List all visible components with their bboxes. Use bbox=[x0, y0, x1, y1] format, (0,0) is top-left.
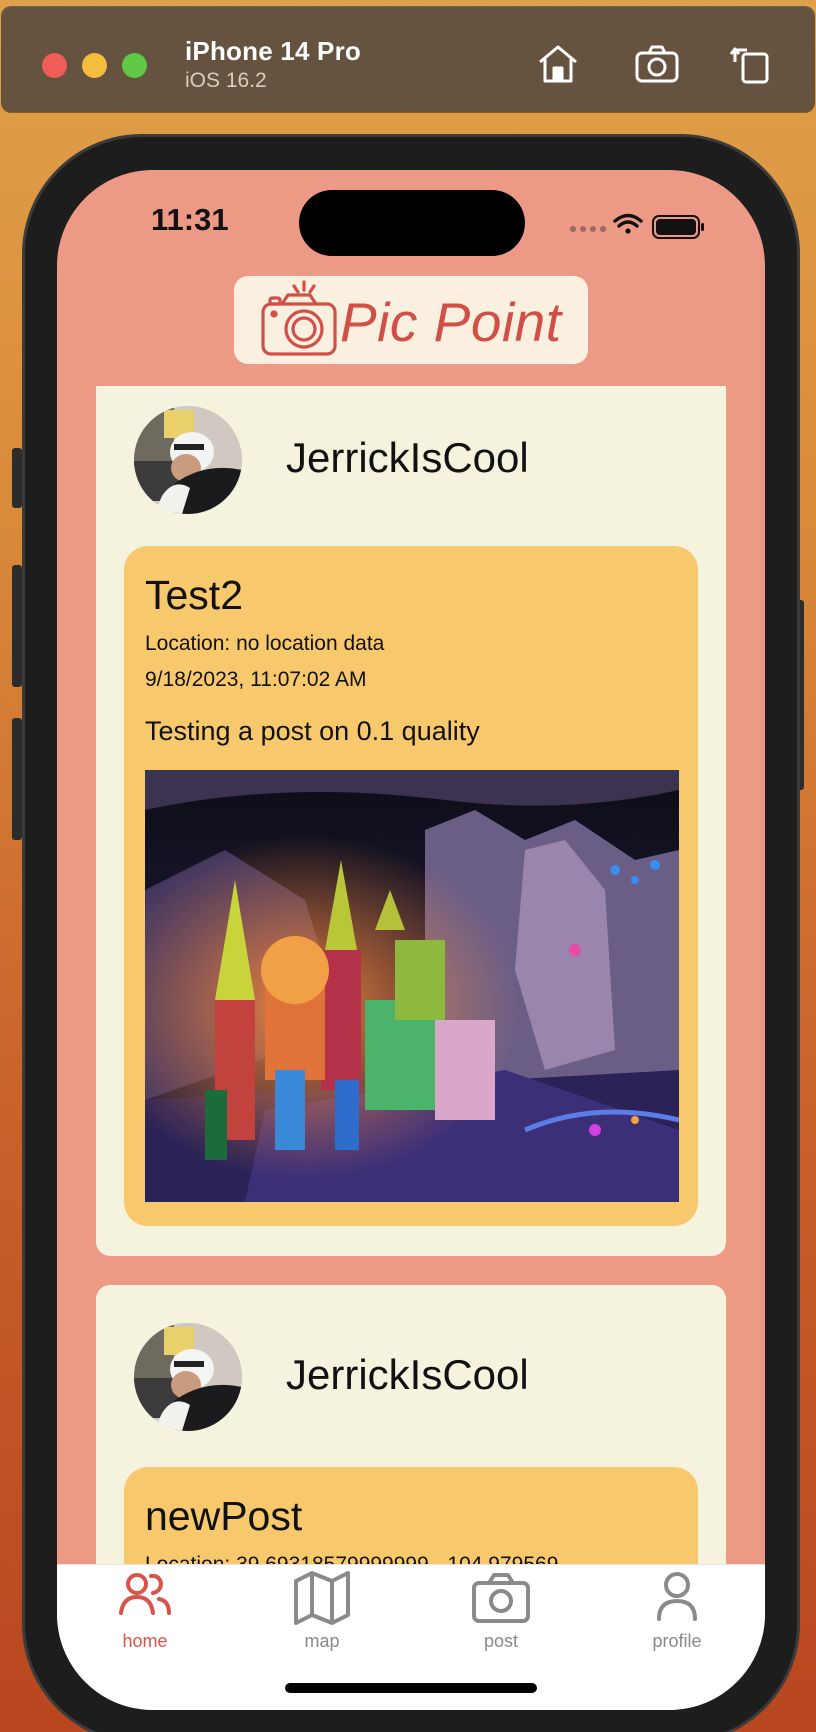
status-icons bbox=[563, 210, 713, 240]
dynamic-island bbox=[299, 190, 525, 256]
volume-up-button bbox=[12, 565, 22, 687]
device-name: iPhone 14 Pro bbox=[185, 36, 361, 66]
post-title: Test2 bbox=[145, 572, 243, 618]
post-date: 9/18/2023, 11:07:02 AM bbox=[145, 668, 367, 691]
map-icon bbox=[292, 1569, 352, 1625]
post-content[interactable]: newPost Location: 39.69318579999999, -10… bbox=[124, 1467, 698, 1564]
home-indicator[interactable] bbox=[285, 1683, 537, 1693]
signal-icon bbox=[570, 226, 606, 232]
volume-down-button bbox=[12, 718, 22, 840]
os-version: iOS 16.2 bbox=[185, 69, 267, 92]
tab-post[interactable]: post bbox=[431, 1565, 571, 1665]
post-description: Testing a post on 0.1 quality bbox=[145, 716, 480, 746]
post-feed[interactable]: JerrickIsCool Test2 Location: no locatio… bbox=[57, 170, 765, 1564]
post-username[interactable]: JerrickIsCool bbox=[286, 434, 529, 482]
app-screen: JerrickIsCool Test2 Location: no locatio… bbox=[57, 170, 765, 1710]
camera-logo-icon bbox=[260, 278, 338, 358]
status-time: 11:31 bbox=[151, 202, 229, 237]
rotate-icon[interactable] bbox=[727, 40, 775, 88]
tab-label: home bbox=[122, 1631, 168, 1651]
tab-label: profile bbox=[652, 1631, 702, 1651]
post-content[interactable]: Test2 Location: no location data 9/18/20… bbox=[124, 546, 698, 1226]
zoom-window-button[interactable] bbox=[122, 53, 147, 78]
tab-label: map bbox=[304, 1631, 340, 1651]
person-icon bbox=[647, 1569, 707, 1625]
tab-home[interactable]: home bbox=[75, 1565, 215, 1665]
home-icon[interactable] bbox=[534, 40, 582, 88]
tab-map[interactable]: map bbox=[252, 1565, 392, 1665]
tab-label: post bbox=[483, 1631, 519, 1651]
app-logo: Pic Point bbox=[234, 276, 588, 364]
feed-card: JerrickIsCool Test2 Location: no locatio… bbox=[96, 386, 726, 1256]
post-location: Location: 39.69318579999999, -104.979569 bbox=[145, 1553, 558, 1564]
close-window-button[interactable] bbox=[42, 53, 67, 78]
camera-icon bbox=[471, 1569, 531, 1625]
simulator-title-bar: iPhone 14 Pro iOS 16.2 bbox=[1, 6, 815, 112]
app-title: Pic Point bbox=[340, 291, 562, 353]
wifi-icon bbox=[613, 213, 643, 234]
minimize-window-button[interactable] bbox=[82, 53, 107, 78]
post-title: newPost bbox=[145, 1493, 303, 1539]
post-photo[interactable] bbox=[145, 770, 679, 1202]
battery-icon bbox=[652, 215, 704, 239]
tab-profile[interactable]: profile bbox=[607, 1565, 747, 1665]
avatar[interactable] bbox=[134, 406, 242, 514]
screenshot-icon[interactable] bbox=[633, 40, 681, 88]
post-username[interactable]: JerrickIsCool bbox=[286, 1351, 529, 1399]
feed-card: JerrickIsCool newPost Location: 39.69318… bbox=[96, 1285, 726, 1564]
post-location: Location: no location data bbox=[145, 632, 385, 655]
action-button bbox=[12, 448, 22, 508]
people-icon bbox=[115, 1569, 175, 1625]
avatar[interactable] bbox=[134, 1323, 242, 1431]
